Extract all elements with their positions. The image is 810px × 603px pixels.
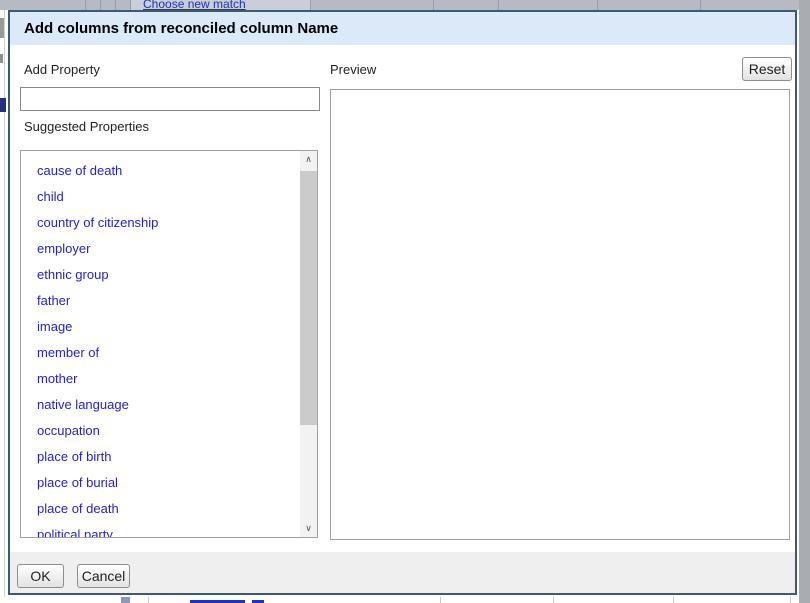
property-link[interactable]: country of citizenship [21, 210, 300, 236]
background-divider [130, 0, 131, 10]
preview-panel [330, 89, 790, 540]
suggested-properties-list: cause of deathchildcountry of citizenshi… [20, 150, 318, 538]
list-scrollbar[interactable]: ∧ ∨ [300, 151, 317, 537]
background-divider [433, 0, 434, 10]
background-divider [148, 597, 149, 603]
property-link[interactable]: place of burial [21, 470, 300, 496]
background-divider [498, 0, 499, 10]
property-link[interactable]: mother [21, 366, 300, 392]
background-divider [553, 597, 554, 603]
background-divider [597, 0, 598, 10]
preview-label: Preview [330, 62, 376, 77]
property-list-items: cause of deathchildcountry of citizenshi… [21, 158, 300, 538]
background-fragment [0, 54, 3, 63]
background-divider [700, 0, 701, 10]
background-right-gutter [799, 0, 810, 603]
scroll-down-icon[interactable]: ∨ [300, 520, 317, 537]
property-link[interactable]: father [21, 288, 300, 314]
dialog-footer: OK Cancel [10, 552, 795, 593]
background-table-bottom-sliver [0, 597, 799, 603]
property-link[interactable]: place of birth [21, 444, 300, 470]
property-link[interactable]: occupation [21, 418, 300, 444]
property-link[interactable]: member of [21, 340, 300, 366]
background-divider [790, 597, 791, 603]
property-link[interactable]: place of death [21, 496, 300, 522]
background-fragment [121, 597, 130, 603]
ok-button[interactable]: OK [17, 564, 64, 588]
background-divider [673, 597, 674, 603]
suggested-properties-label: Suggested Properties [24, 119, 149, 134]
property-link[interactable]: image [21, 314, 300, 340]
add-property-label: Add Property [24, 62, 100, 77]
background-fragment [0, 18, 4, 38]
background-divider [100, 0, 101, 10]
scroll-up-icon[interactable]: ∧ [300, 151, 317, 168]
background-table-header-strip: Choose new match [0, 0, 799, 10]
background-left-sliver [0, 10, 8, 597]
property-link[interactable]: child [21, 184, 300, 210]
property-link[interactable]: ethnic group [21, 262, 300, 288]
background-divider [85, 0, 86, 10]
background-fragment [0, 98, 6, 112]
property-link[interactable]: employer [21, 236, 300, 262]
property-link[interactable]: cause of death [21, 158, 300, 184]
background-divider [440, 597, 441, 603]
add-property-input[interactable] [20, 87, 320, 111]
scrollbar-thumb[interactable] [300, 171, 317, 425]
reset-button[interactable]: Reset [742, 57, 792, 81]
choose-new-match-link[interactable]: Choose new match [143, 0, 246, 10]
property-link[interactable]: political party [21, 522, 300, 538]
cancel-button[interactable]: Cancel [77, 564, 130, 588]
background-divider [310, 0, 311, 10]
dialog-title-bar: Add columns from reconciled column Name [10, 12, 795, 45]
add-columns-dialog: Add columns from reconciled column Name … [8, 10, 797, 595]
background-divider [115, 0, 116, 10]
property-link[interactable]: native language [21, 392, 300, 418]
dialog-title: Add columns from reconciled column Name [24, 12, 338, 45]
